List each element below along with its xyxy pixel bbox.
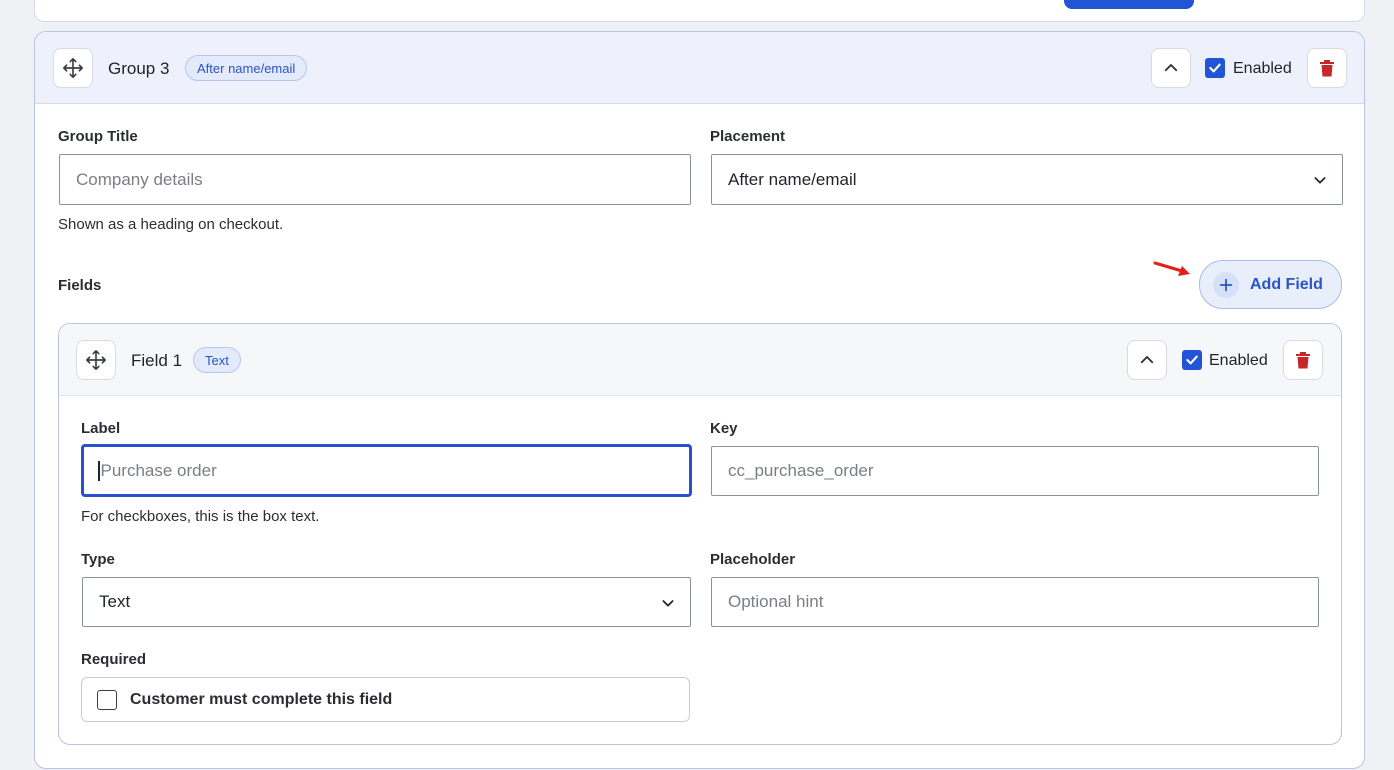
placeholder-input[interactable]: Optional hint [711, 577, 1319, 627]
chevron-up-icon [1164, 64, 1178, 72]
field-type-badge: Text [193, 347, 241, 373]
group-drag-handle[interactable] [53, 48, 93, 88]
placement-select[interactable]: After name/email [711, 154, 1343, 205]
required-checkbox[interactable] [97, 690, 117, 710]
label-field-label: Label [81, 420, 121, 437]
type-select-value: Text [99, 592, 131, 611]
group-title-placeholder: Company details [76, 169, 203, 189]
add-field-button[interactable]: Add Field [1199, 260, 1342, 309]
placement-field-label: Placement [710, 128, 786, 145]
placeholder-input-placeholder: Optional hint [728, 592, 824, 611]
required-field-label: Required [81, 651, 147, 668]
trash-icon [1320, 60, 1334, 77]
chevron-up-icon [1140, 356, 1154, 364]
label-input[interactable]: Purchase order [81, 444, 692, 497]
placeholder-field-label: Placeholder [710, 551, 796, 568]
checkmark-icon [1209, 63, 1221, 73]
move-icon [86, 350, 106, 370]
field-collapse-button[interactable] [1127, 340, 1167, 380]
checkmark-icon [1186, 355, 1198, 365]
key-input-placeholder: cc_purchase_order [728, 461, 874, 480]
group-header: Group 3 After name/email Enabled [35, 32, 1364, 104]
group-title: Group 3 [108, 59, 170, 78]
group-delete-button[interactable] [1307, 48, 1347, 88]
field-enabled-checkbox[interactable] [1182, 350, 1202, 370]
annotation-arrow-icon [1153, 261, 1190, 276]
add-field-label: Add Field [1250, 275, 1323, 293]
field-header: Field 1 Text Enabled [59, 324, 1341, 396]
group-title-field-label: Group Title [58, 128, 138, 145]
fields-section-label: Fields [58, 277, 102, 294]
placement-badge: After name/email [185, 55, 308, 81]
field-drag-handle[interactable] [76, 340, 116, 380]
label-help: For checkboxes, this is the box text. [81, 508, 320, 525]
type-field-label: Type [81, 551, 115, 568]
move-icon [63, 58, 83, 78]
text-caret [98, 460, 100, 481]
field-title: Field 1 [131, 351, 183, 370]
type-select[interactable]: Text [82, 577, 691, 627]
chevron-down-icon [1314, 177, 1326, 184]
plus-icon [1213, 271, 1239, 298]
group-enabled-checkbox[interactable] [1205, 58, 1225, 78]
group-collapse-button[interactable] [1151, 48, 1191, 88]
trash-icon [1296, 352, 1310, 369]
placement-select-value: After name/email [728, 169, 857, 189]
group-title-help: Shown as a heading on checkout. [58, 216, 284, 233]
key-field-label: Key [710, 420, 738, 437]
previous-card-button[interactable] [1064, 0, 1194, 9]
field-delete-button[interactable] [1283, 340, 1323, 380]
group-title-input[interactable]: Company details [59, 154, 691, 205]
group-enabled-label[interactable]: Enabled [1233, 60, 1292, 78]
label-input-placeholder: Purchase order [100, 460, 217, 480]
required-checkbox-label[interactable]: Customer must complete this field [130, 691, 392, 709]
chevron-down-icon [662, 600, 674, 607]
field-enabled-label[interactable]: Enabled [1209, 352, 1268, 370]
key-input[interactable]: cc_purchase_order [711, 446, 1319, 496]
